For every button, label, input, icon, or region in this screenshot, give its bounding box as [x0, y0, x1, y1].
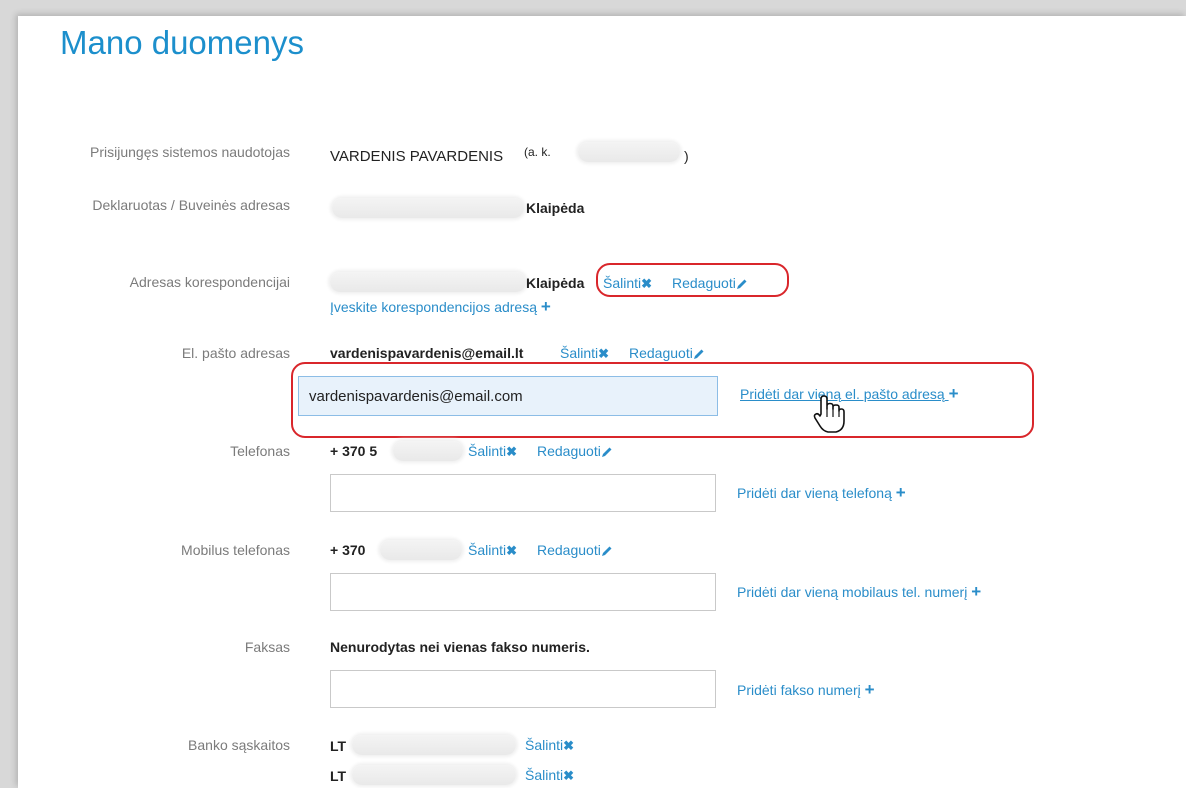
redacted-personal-code — [578, 142, 680, 162]
close-icon: ✖ — [563, 768, 575, 783]
bank-accounts-label: Banko sąskaitos — [188, 737, 290, 753]
mobile-remove-label: Šalinti — [468, 542, 507, 558]
email-edit-button[interactable]: Redaguoti — [629, 343, 705, 363]
redacted-bank-account — [352, 735, 516, 755]
redacted-bank-account — [352, 765, 516, 785]
bank-account-prefix: LT — [330, 738, 347, 754]
add-correspondence-address-link[interactable]: Įveskite korespondencijos adresą + — [330, 297, 551, 317]
add-mobile-link[interactable]: Pridėti dar vieną mobilaus tel. numerį + — [737, 582, 981, 602]
page-title: Mano duomenys — [60, 24, 304, 61]
pencil-icon — [693, 349, 704, 360]
fax-value: Nenurodytas nei vienas fakso numeris. — [330, 639, 590, 655]
phone-remove-button[interactable]: Šalinti✖ — [468, 441, 517, 462]
bank-account-prefix: LT — [330, 768, 347, 784]
user-label: Prisijungęs sistemos naudotojas — [90, 144, 290, 160]
redacted-phone — [393, 441, 463, 461]
fax-label: Faksas — [244, 639, 290, 655]
pencil-icon — [601, 447, 612, 458]
mobile-edit-label: Redaguoti — [537, 542, 601, 558]
phone-edit-button[interactable]: Redaguoti — [537, 441, 613, 461]
plus-icon: + — [895, 483, 906, 502]
user-name: VARDENIS PAVARDENIS — [330, 148, 504, 165]
email-label: El. pašto adresas — [181, 345, 290, 361]
highlight-box-email — [291, 362, 1034, 438]
add-fax-link[interactable]: Pridėti fakso numerį + — [737, 680, 875, 700]
phone-value: + 370 5 — [330, 443, 378, 459]
bank-account-remove-button[interactable]: Šalinti✖ — [525, 765, 574, 786]
redacted-correspondence-address — [330, 272, 526, 292]
add-correspondence-address-label: Įveskite korespondencijos adresą — [330, 299, 538, 315]
plus-icon: + — [971, 582, 982, 601]
close-icon: ✖ — [506, 543, 518, 558]
email-edit-label: Redaguoti — [629, 345, 693, 361]
mobile-remove-button[interactable]: Šalinti✖ — [468, 540, 517, 561]
mobile-input[interactable] — [330, 573, 716, 611]
redacted-declared-address — [332, 198, 524, 218]
phone-label: Telefonas — [230, 443, 290, 459]
bank-account-remove-label: Šalinti — [525, 767, 564, 783]
declared-address-label: Deklaruotas / Buveinės adresas — [92, 197, 290, 213]
plus-icon: + — [540, 297, 551, 316]
highlight-box-correspondence — [596, 263, 789, 297]
phone-input[interactable] — [330, 474, 716, 512]
phone-remove-label: Šalinti — [468, 443, 507, 459]
plus-icon: + — [864, 680, 875, 699]
email-remove-button[interactable]: Šalinti✖ — [560, 343, 609, 364]
hand-pointer-icon — [813, 395, 845, 433]
user-code-prefix: (a. k. — [524, 145, 551, 159]
email-remove-label: Šalinti — [560, 345, 599, 361]
pencil-icon — [601, 546, 612, 557]
mobile-value: + 370 — [330, 542, 366, 558]
bank-account-remove-button[interactable]: Šalinti✖ — [525, 735, 574, 756]
correspondence-city: Klaipėda — [526, 275, 585, 291]
add-mobile-label: Pridėti dar vieną mobilaus tel. numerį — [737, 584, 968, 600]
mobile-edit-button[interactable]: Redaguoti — [537, 540, 613, 560]
add-phone-link[interactable]: Pridėti dar vieną telefoną + — [737, 483, 906, 503]
mobile-label: Mobilus telefonas — [181, 542, 290, 558]
declared-city: Klaipėda — [526, 200, 585, 216]
email-value: vardenispavardenis@email.lt — [330, 345, 524, 361]
fax-input[interactable] — [330, 670, 716, 708]
close-icon: ✖ — [563, 738, 575, 753]
bank-account-remove-label: Šalinti — [525, 737, 564, 753]
phone-edit-label: Redaguoti — [537, 443, 601, 459]
add-fax-label: Pridėti fakso numerį — [737, 682, 861, 698]
user-code-suffix: ) — [684, 148, 689, 164]
redacted-mobile — [380, 540, 462, 560]
correspondence-address-label: Adresas korespondencijai — [129, 274, 290, 290]
close-icon: ✖ — [506, 444, 518, 459]
close-icon: ✖ — [598, 346, 610, 361]
add-phone-label: Pridėti dar vieną telefoną — [737, 485, 892, 501]
